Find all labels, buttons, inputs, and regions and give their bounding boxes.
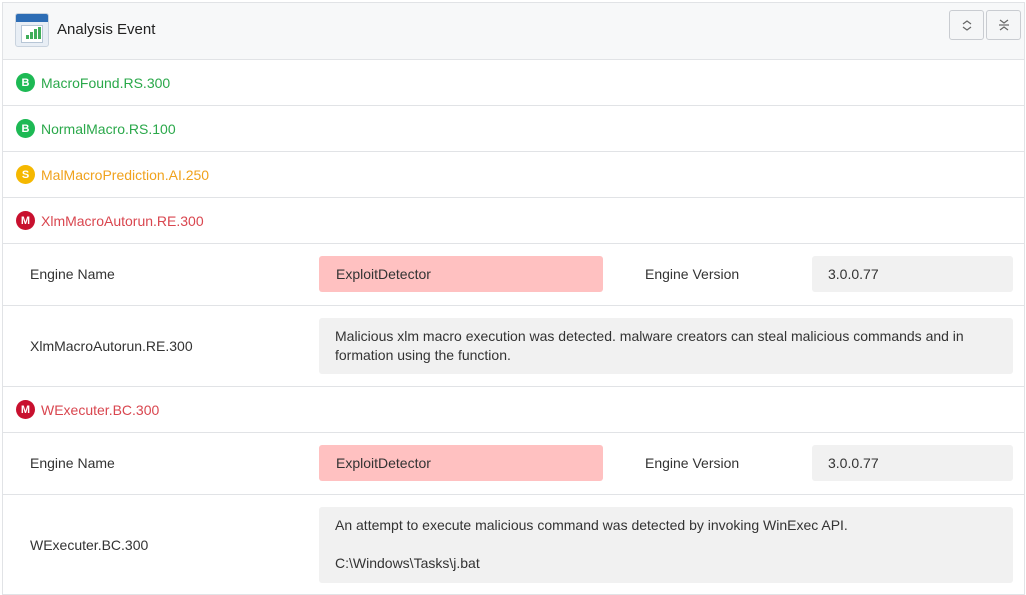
engine-info-row: Engine Name ExploitDetector Engine Versi… xyxy=(3,433,1024,495)
rule-name: XlmMacroAutorun.RE.300 xyxy=(41,212,204,229)
rule-row-normalmacro[interactable]: B NormalMacro.RS.100 xyxy=(3,106,1024,152)
rule-row-macrofound[interactable]: B MacroFound.RS.300 xyxy=(3,60,1024,106)
engine-version-value: 3.0.0.77 xyxy=(812,256,1013,292)
collapse-all-icon xyxy=(998,19,1009,31)
rule-description-label: XlmMacroAutorun.RE.300 xyxy=(30,338,193,354)
engine-version-label: Engine Version xyxy=(645,266,740,282)
rule-description-text: Malicious xlm macro execution was detect… xyxy=(319,318,1013,374)
engine-version-value: 3.0.0.77 xyxy=(812,445,1013,481)
panel-header: Analysis Event xyxy=(3,3,1024,60)
benign-badge-icon: B xyxy=(16,119,35,138)
rule-description-row: XlmMacroAutorun.RE.300 Malicious xlm mac… xyxy=(3,306,1024,387)
rule-name: MalMacroPrediction.AI.250 xyxy=(41,166,210,183)
engine-info-row: Engine Name ExploitDetector Engine Versi… xyxy=(3,244,1024,306)
engine-version-label: Engine Version xyxy=(645,455,740,471)
malicious-badge-icon: M xyxy=(16,211,35,230)
malicious-badge-icon: M xyxy=(16,400,35,419)
rule-description-row: WExecuter.BC.300 An attempt to execute m… xyxy=(3,495,1024,595)
engine-name-value: ExploitDetector xyxy=(319,445,603,481)
rule-file-path: C:\Windows\Tasks\j.bat xyxy=(335,555,480,571)
rule-description-box: An attempt to execute malicious command … xyxy=(319,507,1013,583)
engine-name-value: ExploitDetector xyxy=(319,256,603,292)
rule-description-text: An attempt to execute malicious command … xyxy=(335,517,848,533)
suspicious-badge-icon: S xyxy=(16,165,35,184)
collapse-all-button[interactable] xyxy=(986,10,1021,40)
panel-title: Analysis Event xyxy=(57,21,156,38)
benign-badge-icon: B xyxy=(16,73,35,92)
rule-name: WExecuter.BC.300 xyxy=(41,401,160,418)
expand-all-icon xyxy=(962,20,971,31)
analysis-chart-icon xyxy=(15,13,49,47)
rule-description-label: WExecuter.BC.300 xyxy=(30,537,149,553)
engine-name-label: Engine Name xyxy=(30,455,115,471)
analysis-event-panel: Analysis Event B MacroFound.RS.300 B Nor… xyxy=(2,2,1025,595)
rule-row-malmacroprediction[interactable]: S MalMacroPrediction.AI.250 xyxy=(3,152,1024,198)
rule-name: MacroFound.RS.300 xyxy=(41,74,171,91)
engine-name-label: Engine Name xyxy=(30,266,115,282)
rule-row-wexecuter[interactable]: M WExecuter.BC.300 xyxy=(3,387,1024,433)
expand-all-button[interactable] xyxy=(949,10,984,40)
rule-row-xlmmacroautorun[interactable]: M XlmMacroAutorun.RE.300 xyxy=(3,198,1024,244)
rule-name: NormalMacro.RS.100 xyxy=(41,120,176,137)
